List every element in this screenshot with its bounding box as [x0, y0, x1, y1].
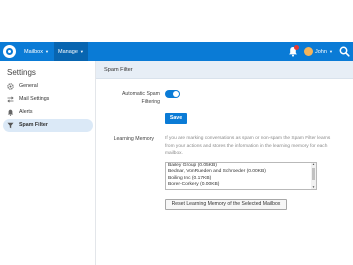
avatar[interactable] — [304, 47, 313, 56]
notification-badge — [294, 45, 299, 50]
list-scrollbar[interactable]: ▲ ▼ — [311, 163, 316, 189]
page-title: Spam Filter — [104, 67, 133, 73]
auto-spam-label-line1: Automatic Spam — [121, 91, 160, 97]
sidebar-item-mail-settings[interactable]: Mail Settings — [3, 93, 93, 106]
sidebar-item-general[interactable]: General — [3, 80, 93, 93]
sidebar-item-label: General — [19, 83, 38, 89]
gear-icon — [7, 83, 14, 90]
manage-menu-label: Manage — [58, 49, 78, 55]
filter-icon — [7, 122, 14, 129]
sidebar-title: Settings — [7, 68, 36, 77]
mailbox-menu[interactable]: Mailbox ▼ — [20, 42, 53, 61]
scroll-down-icon[interactable]: ▼ — [312, 186, 315, 189]
user-name: John — [315, 49, 327, 55]
auto-spam-label-line2: Filtering — [141, 99, 160, 105]
learning-memory-label: Learning Memory — [113, 136, 154, 142]
list-item[interactable]: Borer-Corkery (0.00KB) — [166, 182, 316, 188]
sidebar-item-label: Mail Settings — [19, 96, 50, 102]
arrows-icon — [7, 96, 14, 103]
learning-memory-list[interactable]: Bailey Group (0.05KB) Bednar, VonRueden … — [165, 162, 317, 190]
chevron-down-icon: ▼ — [44, 49, 49, 54]
top-navbar: Mailbox ▼ Manage ▼ John ▼ — [0, 42, 353, 61]
learning-memory-description: If you are marking conversations as spam… — [165, 136, 331, 157]
bell-icon — [7, 109, 14, 116]
settings-sidebar: Settings General Mail Settings Alerts Sp… — [0, 61, 96, 265]
section-header: Spam Filter — [96, 61, 353, 79]
reset-learning-memory-button[interactable]: Reset Learning Memory of the Selected Ma… — [165, 199, 287, 210]
save-button[interactable]: Save — [165, 113, 187, 124]
sidebar-item-alerts[interactable]: Alerts — [3, 106, 93, 119]
search-icon[interactable] — [339, 46, 350, 57]
sidebar-item-label: Spam Filter — [19, 122, 48, 128]
chevron-down-icon: ▼ — [79, 49, 84, 54]
user-menu[interactable]: John ▼ — [315, 42, 333, 61]
scrollbar-thumb[interactable] — [312, 168, 315, 180]
sidebar-item-label: Alerts — [19, 109, 33, 115]
manage-menu[interactable]: Manage ▼ — [54, 42, 88, 61]
main-content: Spam Filter Automatic Spam Filtering Sav… — [96, 61, 353, 265]
auto-spam-toggle[interactable] — [165, 90, 180, 98]
auto-spam-label: Automatic Spam Filtering — [102, 90, 160, 106]
sidebar-item-spam-filter[interactable]: Spam Filter — [3, 119, 93, 132]
app-logo-icon[interactable] — [3, 45, 16, 58]
chevron-down-icon: ▼ — [328, 49, 333, 54]
mailbox-menu-label: Mailbox — [24, 49, 43, 55]
scroll-up-icon[interactable]: ▲ — [312, 163, 315, 166]
